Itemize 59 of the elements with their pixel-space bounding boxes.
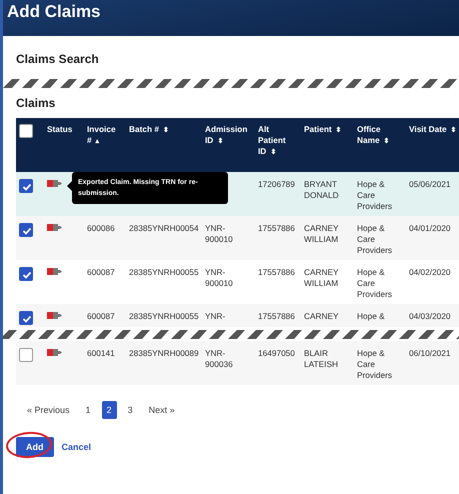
table-cell: 06/10/2021 xyxy=(409,348,451,358)
table-cell: 600087 xyxy=(87,267,115,277)
table-cell: Hope & Care Providers xyxy=(357,179,392,211)
table-cell: 04/02/2020 xyxy=(409,267,451,277)
column-header[interactable]: Status xyxy=(47,124,81,135)
table-cell: CARNEY xyxy=(304,311,339,321)
status-icon xyxy=(47,348,63,357)
table-cell: 17557886 xyxy=(258,267,295,277)
page-link[interactable]: 2 xyxy=(102,401,117,419)
section-title: Claims Search xyxy=(16,52,100,66)
status-icon xyxy=(47,223,63,232)
table-cell: 28385YNRH00055 xyxy=(129,267,199,277)
table-row[interactable]: 600087 28385YNRH00055 YNR- 17557886 CARNEY Hope & 04/03/2020 xyxy=(16,304,459,327)
table-cell: 04/01/2020 xyxy=(409,223,451,233)
table-cell: Hope & Care Providers xyxy=(357,223,392,255)
table-cell: 17557886 xyxy=(258,311,295,321)
table-cell: Hope & xyxy=(357,311,385,321)
page-title: Add Claims xyxy=(7,2,101,22)
table-row[interactable]: 600086 28385YNRH00054 YNR-900010 17557886 CARNEY WILLIAM Hope & Care Providers 04/01/2020 xyxy=(16,216,459,260)
next-link[interactable]: Next » xyxy=(144,401,180,419)
status-icon xyxy=(47,267,63,276)
checkbox[interactable] xyxy=(19,348,33,362)
table-row[interactable]: 600087 28385YNRH00055 YNR-900010 17557886 CARNEY WILLIAM Hope & Care Providers 04/02/2020 xyxy=(16,260,459,304)
table-cell: YNR- xyxy=(205,311,226,321)
table-cell: BRYANT DONALD xyxy=(304,179,339,200)
highlight-ellipse xyxy=(5,430,53,460)
checkbox[interactable] xyxy=(19,223,33,237)
table-cell: 17557886 xyxy=(258,223,295,233)
status-icon xyxy=(47,179,63,188)
page-link[interactable]: 1 xyxy=(80,401,96,419)
table-cell: 600087 xyxy=(87,311,115,321)
section-title: Claims xyxy=(16,96,56,110)
table-cell: CARNEY WILLIAM xyxy=(304,223,338,244)
table-cell: CARNEY WILLIAM xyxy=(304,267,338,288)
table-cell: 17206789 xyxy=(258,179,295,189)
table-cell: YNR-900036 xyxy=(205,348,233,369)
table-cell: BLAIR LATEISH xyxy=(304,348,338,369)
table-cell: 600141 xyxy=(87,348,115,358)
table-cell: 28385YNRH00055 xyxy=(129,311,199,321)
table-cell: Hope & Care Providers xyxy=(357,348,392,380)
table-cell: 600086 xyxy=(87,223,115,233)
cancel-link[interactable]: Cancel xyxy=(62,442,92,452)
status-icon xyxy=(47,311,63,320)
previous-link[interactable]: « Previous xyxy=(22,401,75,419)
table-cell: 05/06/2021 xyxy=(409,179,451,189)
checkbox[interactable] xyxy=(19,179,33,193)
table-cell: YNR-900010 xyxy=(205,223,233,244)
checkbox[interactable] xyxy=(19,124,33,138)
page-link[interactable]: 3 xyxy=(122,401,138,419)
table-cell: 28385YNRH00054 xyxy=(129,223,199,233)
table-cell: 16497050 xyxy=(258,348,295,358)
table-cell: Hope & Care Providers xyxy=(357,267,392,299)
table-cell: 04/03/2020 xyxy=(409,311,451,321)
checkbox[interactable] xyxy=(19,267,33,281)
table-cell: YNR-900010 xyxy=(205,267,233,288)
checkbox[interactable] xyxy=(19,311,33,325)
table-cell: 28385YNRH00089 xyxy=(129,348,199,358)
table-row[interactable]: 600141 28385YNRH00089 YNR-900036 16497050 BLAIR LATEISH Hope & Care Providers 06/10/2021 xyxy=(16,341,459,385)
add-button[interactable]: Add xyxy=(16,437,54,457)
